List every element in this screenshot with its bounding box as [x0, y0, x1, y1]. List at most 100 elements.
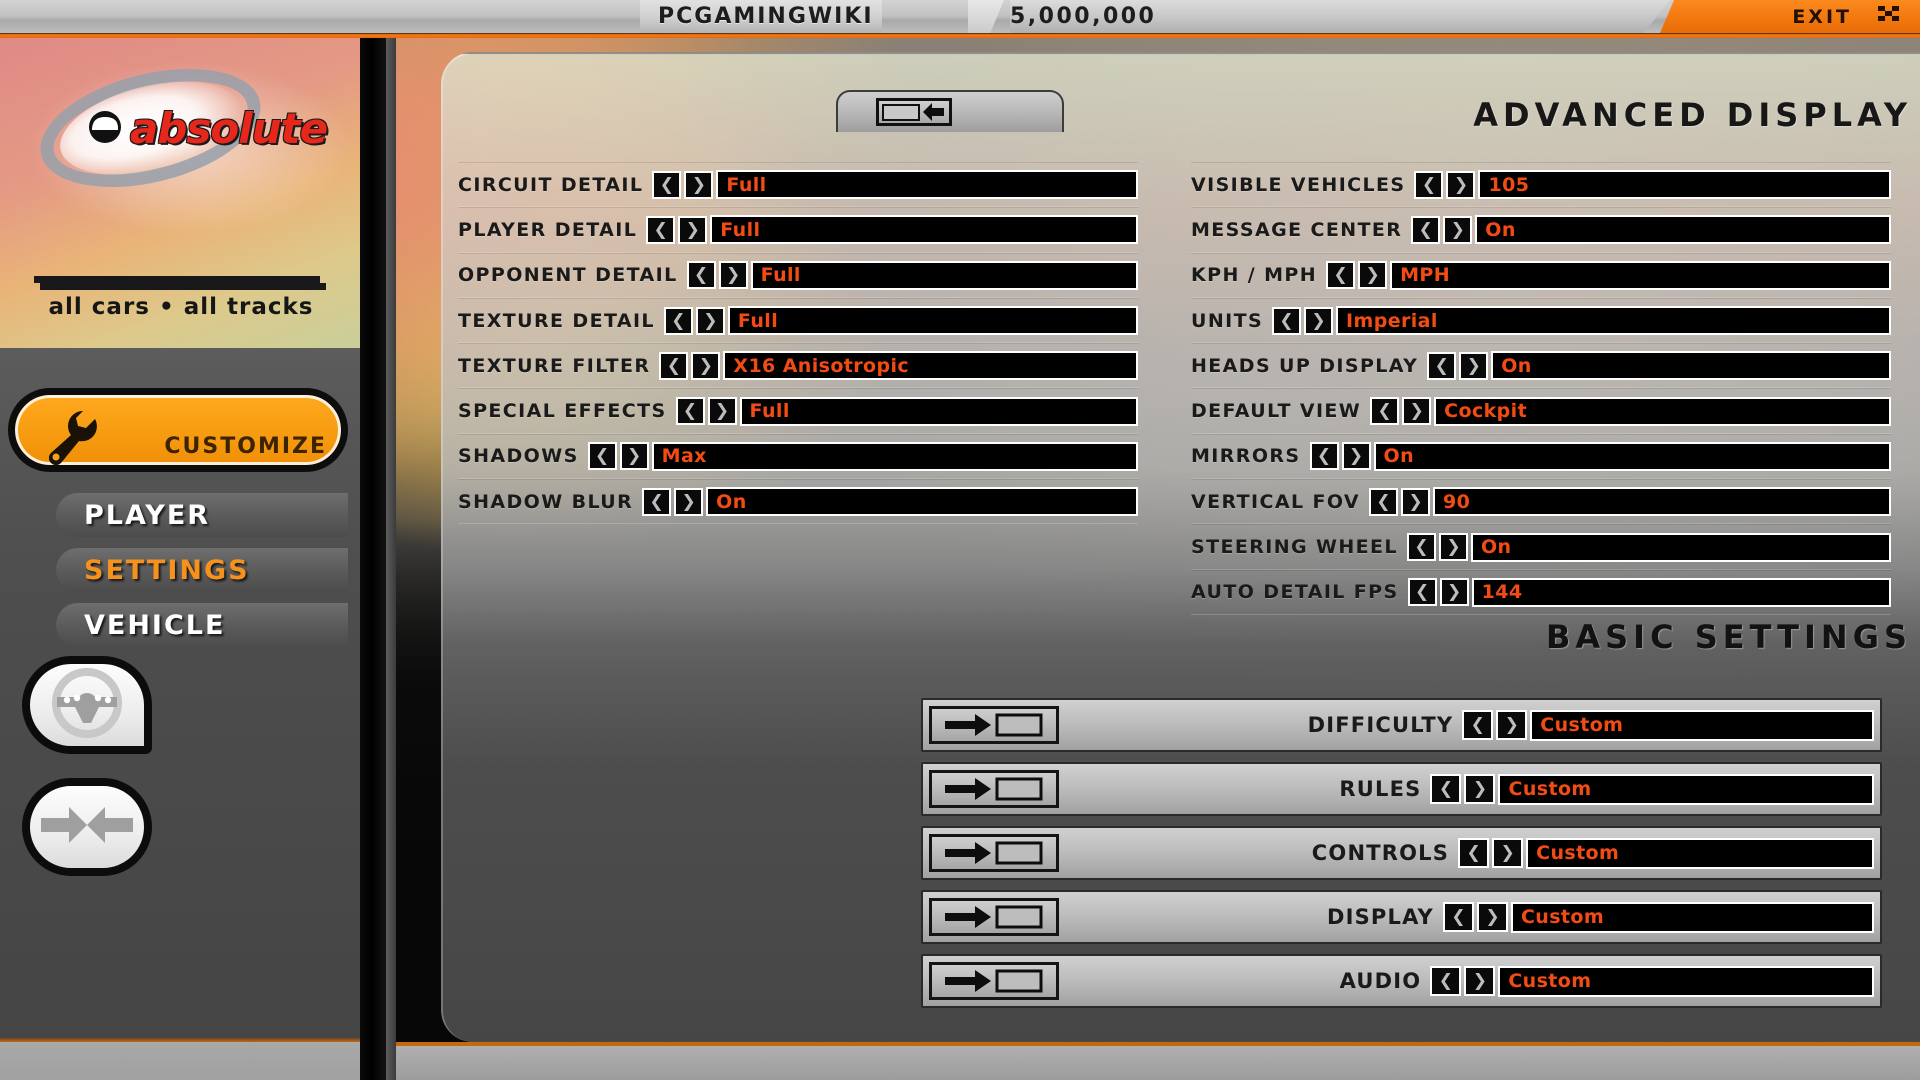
chevron-right-icon[interactable]: ❯ [1443, 215, 1473, 244]
enter-submenu-icon[interactable] [929, 962, 1059, 1000]
chevron-left-icon[interactable]: ❮ [1442, 902, 1474, 932]
chevron-left-icon[interactable]: ❮ [1370, 397, 1400, 426]
chevron-right-icon[interactable]: ❯ [1476, 902, 1508, 932]
advanced-setting-label: TEXTURE FILTER [458, 354, 651, 377]
advanced-setting-value-field[interactable]: On [1373, 441, 1891, 471]
advanced-setting-value-field[interactable]: 144 [1471, 577, 1891, 607]
logo-tagline: all cars • all tracks [48, 294, 314, 320]
chevron-left-icon[interactable]: ❮ [1309, 442, 1339, 471]
chevron-left-icon[interactable]: ❮ [1430, 966, 1462, 996]
advanced-setting-value-field[interactable]: Imperial [1336, 306, 1891, 336]
steering-wheel-button[interactable] [22, 656, 152, 754]
basic-setting-value: Custom [1508, 970, 1592, 992]
chevron-left-icon[interactable]: ❮ [652, 170, 682, 199]
chevron-right-icon[interactable]: ❯ [1492, 838, 1524, 868]
money-value: 5,000,000 [1010, 4, 1157, 29]
advanced-setting-value-field[interactable]: 90 [1433, 487, 1891, 517]
chevron-left-icon[interactable]: ❮ [1407, 578, 1437, 607]
chevron-right-icon[interactable]: ❯ [1464, 774, 1496, 804]
advanced-setting-label: DEFAULT VIEW [1191, 400, 1362, 423]
chevron-left-icon[interactable]: ❮ [642, 487, 672, 516]
chevron-right-icon[interactable]: ❯ [1438, 533, 1468, 562]
chevron-right-icon[interactable]: ❯ [1439, 578, 1469, 607]
chevron-right-icon[interactable]: ❯ [619, 442, 649, 471]
basic-setting-value-field[interactable]: Custom [1498, 773, 1875, 805]
basic-setting-value-field[interactable]: Custom [1530, 709, 1874, 741]
sidebar-item-player[interactable]: PLAYER [56, 493, 348, 537]
chevron-right-icon[interactable]: ❯ [1358, 261, 1388, 290]
enter-submenu-icon[interactable] [929, 770, 1059, 808]
basic-setting-row[interactable]: CONTROLS ❮ ❯ Custom [921, 826, 1882, 880]
advanced-setting-row: VISIBLE VEHICLES ❮ ❯ 105 [1191, 162, 1891, 208]
advanced-setting-value-field[interactable]: Max [651, 441, 1138, 471]
chevron-left-icon[interactable]: ❮ [663, 306, 693, 335]
chevron-right-icon[interactable]: ❯ [695, 306, 725, 335]
chevron-left-icon[interactable]: ❮ [1414, 170, 1444, 199]
chevron-right-icon[interactable]: ❯ [1304, 306, 1334, 335]
advanced-setting-value-field[interactable]: Cockpit [1434, 396, 1891, 426]
sidebar-item-vehicle[interactable]: VEHICLE [56, 603, 348, 647]
chevron-left-icon[interactable]: ❮ [1430, 774, 1462, 804]
basic-setting-value-field[interactable]: Custom [1526, 837, 1875, 869]
advanced-setting-value-field[interactable]: 105 [1478, 170, 1891, 200]
wrench-icon [39, 407, 101, 471]
chevron-left-icon[interactable]: ❮ [1369, 487, 1398, 516]
chevron-left-icon[interactable]: ❮ [1272, 306, 1302, 335]
advanced-setting-row: MESSAGE CENTER ❮ ❯ On [1191, 207, 1891, 253]
basic-setting-row[interactable]: RULES ❮ ❯ Custom [921, 762, 1882, 816]
advanced-setting-value-field[interactable]: Full [716, 170, 1138, 200]
basic-setting-value-field[interactable]: Custom [1498, 965, 1875, 997]
chevron-right-icon[interactable]: ❯ [1496, 710, 1528, 740]
chevron-left-icon[interactable]: ❮ [1427, 351, 1457, 380]
advanced-setting-value-field[interactable]: On [1491, 351, 1891, 381]
chevron-right-icon[interactable]: ❯ [1401, 487, 1430, 516]
advanced-setting-row: AUTO DETAIL FPS ❮ ❯ 144 [1191, 569, 1891, 615]
advanced-setting-value-field[interactable]: On [706, 487, 1138, 517]
basic-setting-value-field[interactable]: Custom [1510, 901, 1874, 933]
chevron-right-icon[interactable]: ❯ [691, 351, 721, 380]
basic-setting-row[interactable]: AUDIO ❮ ❯ Custom [921, 954, 1882, 1008]
converging-arrows-button[interactable] [22, 778, 152, 876]
chevron-left-icon[interactable]: ❮ [646, 215, 676, 244]
advanced-setting-value: 144 [1481, 581, 1523, 604]
advanced-setting-row: OPPONENT DETAIL ❮ ❯ Full [458, 252, 1138, 298]
sidebar-item-settings[interactable]: SETTINGS [56, 548, 348, 592]
chevron-right-icon[interactable]: ❯ [684, 170, 714, 199]
enter-submenu-icon[interactable] [929, 706, 1059, 744]
advanced-setting-value-field[interactable]: Full [727, 306, 1138, 336]
chevron-right-icon[interactable]: ❯ [718, 261, 748, 290]
chevron-left-icon[interactable]: ❮ [675, 397, 705, 426]
basic-setting-row[interactable]: DIFFICULTY ❮ ❯ Custom [921, 698, 1882, 752]
advanced-setting-value-field[interactable]: Full [750, 260, 1138, 290]
enter-submenu-icon[interactable] [929, 834, 1059, 872]
chevron-left-icon[interactable]: ❮ [686, 261, 716, 290]
advanced-setting-value-field[interactable]: X16 Anisotropic [723, 351, 1138, 381]
chevron-right-icon[interactable]: ❯ [1341, 442, 1371, 471]
converging-arrows-icon [39, 799, 135, 856]
chevron-right-icon[interactable]: ❯ [707, 397, 737, 426]
advanced-setting-label: STEERING WHEEL [1191, 536, 1398, 559]
advanced-setting-value-field[interactable]: On [1475, 215, 1891, 245]
basic-setting-row[interactable]: DISPLAY ❮ ❯ Custom [921, 890, 1882, 944]
chevron-right-icon[interactable]: ❯ [678, 215, 708, 244]
advanced-setting-value-field[interactable]: Full [710, 215, 1138, 245]
exit-button[interactable]: EXIT [1660, 0, 1920, 33]
advanced-setting-value-field[interactable]: On [1470, 532, 1891, 562]
chevron-left-icon[interactable]: ❮ [587, 442, 617, 471]
advanced-setting-value-field[interactable]: Full [739, 396, 1138, 426]
chevron-right-icon[interactable]: ❯ [1464, 966, 1496, 996]
enter-submenu-icon[interactable] [929, 898, 1059, 936]
chevron-left-icon[interactable]: ❮ [659, 351, 689, 380]
chevron-right-icon[interactable]: ❯ [1446, 170, 1476, 199]
chevron-left-icon[interactable]: ❮ [1326, 261, 1356, 290]
back-button[interactable] [836, 90, 1064, 132]
chevron-left-icon[interactable]: ❮ [1458, 838, 1490, 868]
chevron-left-icon[interactable]: ❮ [1406, 533, 1436, 562]
chevron-right-icon[interactable]: ❯ [1402, 397, 1432, 426]
chevron-left-icon[interactable]: ❮ [1411, 215, 1441, 244]
chevron-right-icon[interactable]: ❯ [1459, 351, 1489, 380]
chevron-left-icon[interactable]: ❮ [1462, 710, 1494, 740]
sidebar-item-customize[interactable]: CUSTOMIZE [8, 388, 348, 472]
advanced-setting-value-field[interactable]: MPH [1390, 260, 1891, 290]
chevron-right-icon[interactable]: ❯ [674, 487, 704, 516]
